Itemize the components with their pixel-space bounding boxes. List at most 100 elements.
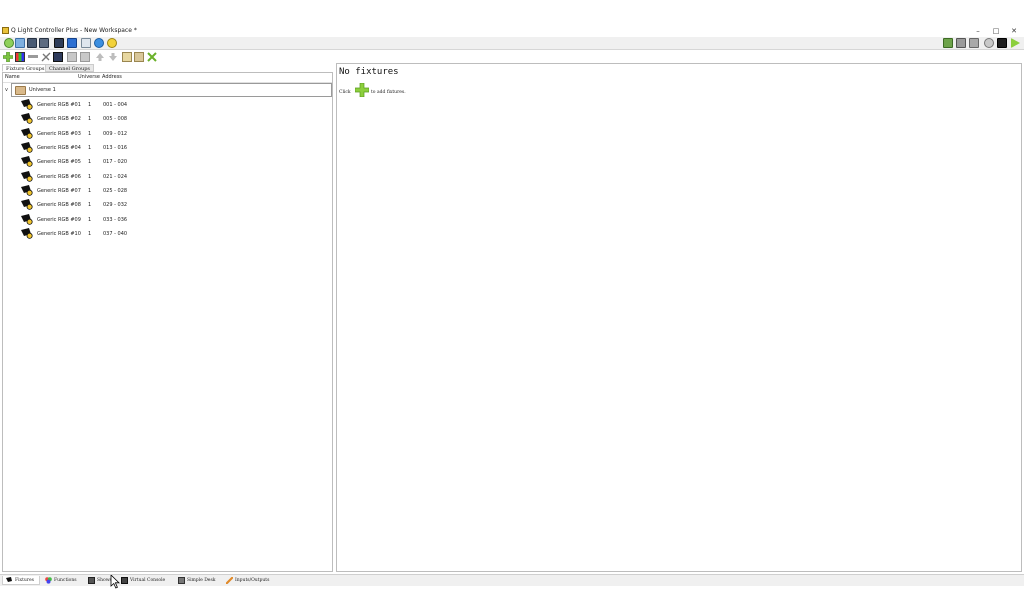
window-title: Q Light Controller Plus - New Workspace … <box>11 27 137 34</box>
save-workspace-icon[interactable] <box>27 38 37 48</box>
save-as-icon[interactable] <box>39 38 49 48</box>
fixture-address: 017 - 020 <box>103 159 128 166</box>
folder-icon <box>15 86 26 95</box>
close-button[interactable]: ✕ <box>1004 26 1024 36</box>
open-workspace-icon[interactable] <box>15 38 25 48</box>
stop-all-icon[interactable] <box>984 38 994 48</box>
fixture-name: Generic RGB #03 <box>37 130 81 137</box>
fixture-address: 001 - 004 <box>103 102 128 108</box>
address-tool-icon[interactable] <box>67 38 77 48</box>
fixture-name: Generic RGB #06 <box>37 173 81 180</box>
fixture-universe: 1 <box>88 202 92 209</box>
tab-channel-groups[interactable]: Channel Groups <box>45 64 94 72</box>
fixture-universe: 1 <box>88 173 92 180</box>
fixture-name: Generic RGB #10 <box>37 231 81 238</box>
fixture-universe: 1 <box>88 102 92 108</box>
minimize-button[interactable]: – <box>968 26 988 36</box>
remap-icon[interactable] <box>147 52 157 62</box>
universe-expander[interactable]: v <box>5 87 8 93</box>
shows-icon <box>88 577 95 584</box>
simple-desk-icon <box>178 577 185 584</box>
tab-inputs-outputs[interactable]: Inputs/Outputs <box>223 576 275 585</box>
fixture-icon <box>21 228 33 239</box>
fixture-tree: Name Universe Address v Universe 1 Gener… <box>2 72 333 572</box>
add-fixture-icon[interactable] <box>2 51 14 63</box>
monitor-icon[interactable] <box>54 38 64 48</box>
tab-fixtures[interactable]: Fixtures <box>2 576 40 585</box>
fixture-icon <box>21 199 33 211</box>
fixture-name: Generic RGB #09 <box>37 216 81 223</box>
mouse-cursor-icon <box>110 575 120 589</box>
tab-functions-label: Functions <box>54 578 77 583</box>
operate-mode-icon[interactable] <box>1011 38 1020 48</box>
move-up-icon[interactable] <box>95 52 105 62</box>
column-address[interactable]: Address <box>102 74 122 80</box>
ungroup-icon[interactable] <box>80 52 90 62</box>
universe-label: Universe 1 <box>29 87 56 93</box>
tab-virtual-console[interactable]: Virtual Console <box>118 576 174 585</box>
move-down-icon[interactable] <box>108 52 118 62</box>
fixture-row[interactable]: Generic RGB #05 1 017 - 020 <box>21 156 321 168</box>
fixture-icon <box>21 156 33 168</box>
fixture-address: 021 - 024 <box>103 173 128 180</box>
fixture-row[interactable]: Generic RGB #10 1 037 - 040 <box>21 228 321 240</box>
fixture-icon <box>21 99 33 110</box>
column-universe[interactable]: Universe <box>78 74 100 80</box>
fixture-row[interactable]: Generic RGB #07 1 025 - 028 <box>21 185 321 197</box>
fixture-row[interactable]: Generic RGB #09 1 033 - 036 <box>21 213 321 226</box>
about-icon[interactable] <box>107 38 117 48</box>
fixture-row[interactable]: Generic RGB #02 1 005 - 008 <box>21 113 321 125</box>
fixture-row[interactable]: Generic RGB #06 1 021 - 024 <box>21 170 321 183</box>
fixture-icon <box>21 185 33 196</box>
virtual-console-icon <box>121 577 128 584</box>
fixture-address: 037 - 040 <box>103 231 128 238</box>
fade-config-icon[interactable] <box>53 52 63 62</box>
fixture-toolbar <box>0 50 335 63</box>
fixture-row[interactable]: Generic RGB #03 1 009 - 012 <box>21 127 321 140</box>
fixture-name: Generic RGB #08 <box>37 202 81 209</box>
fixture-universe: 1 <box>88 145 92 152</box>
fixture-universe: 1 <box>88 159 92 166</box>
column-name[interactable]: Name <box>5 74 20 80</box>
fixture-name: Generic RGB #02 <box>37 116 81 123</box>
fixture-universe: 1 <box>88 116 92 123</box>
bottom-tab-bar: Fixtures Functions Shows Virtual Console… <box>0 574 1024 586</box>
tab-virtual-console-label: Virtual Console <box>130 578 166 583</box>
dmx-dump-icon[interactable] <box>943 38 953 48</box>
group-icon[interactable] <box>67 52 77 62</box>
tab-functions[interactable]: Functions <box>42 576 82 585</box>
fixture-universe: 1 <box>88 188 92 195</box>
fixture-address: 005 - 008 <box>103 116 128 123</box>
blackout-icon[interactable] <box>969 38 979 48</box>
fixture-address: 009 - 012 <box>103 130 128 137</box>
fixture-address: 025 - 028 <box>103 188 128 195</box>
tab-simple-desk-label: Simple Desk <box>187 578 216 583</box>
fixture-row[interactable]: Generic RGB #01 1 001 - 004 <box>21 99 321 111</box>
properties-icon[interactable] <box>41 52 51 62</box>
new-workspace-icon[interactable] <box>4 38 14 48</box>
fixture-address: 033 - 036 <box>103 216 128 223</box>
functions-icon <box>45 577 52 584</box>
maximize-button[interactable]: □ <box>986 26 1006 36</box>
fixture-address: 029 - 032 <box>103 202 128 209</box>
export-icon[interactable] <box>134 52 144 62</box>
fullscreen-icon[interactable] <box>81 38 91 48</box>
import-icon[interactable] <box>122 52 132 62</box>
audio-input-icon[interactable] <box>997 38 1007 48</box>
inputs-outputs-icon <box>225 576 234 585</box>
fixture-editor-panel: No fixtures Click to add fixtures. <box>336 63 1022 572</box>
fixture-row[interactable]: Generic RGB #04 1 013 - 016 <box>21 142 321 154</box>
add-rgb-panel-icon[interactable] <box>15 52 25 62</box>
fixture-universe: 1 <box>88 130 92 137</box>
fixture-row[interactable]: Generic RGB #08 1 029 - 032 <box>21 199 321 211</box>
help-icon[interactable] <box>94 38 104 48</box>
tab-fixture-groups[interactable]: Fixture Groups <box>2 64 49 72</box>
universe-row[interactable]: Universe 1 <box>11 83 332 97</box>
tab-simple-desk[interactable]: Simple Desk <box>175 576 221 585</box>
hint-prefix: Click <box>339 90 351 95</box>
fixture-name: Generic RGB #01 <box>37 102 81 108</box>
live-edit-icon[interactable] <box>956 38 966 48</box>
remove-fixture-icon[interactable] <box>28 55 38 58</box>
add-fixture-plus-icon[interactable] <box>354 82 370 98</box>
fixture-address: 013 - 016 <box>103 145 128 152</box>
